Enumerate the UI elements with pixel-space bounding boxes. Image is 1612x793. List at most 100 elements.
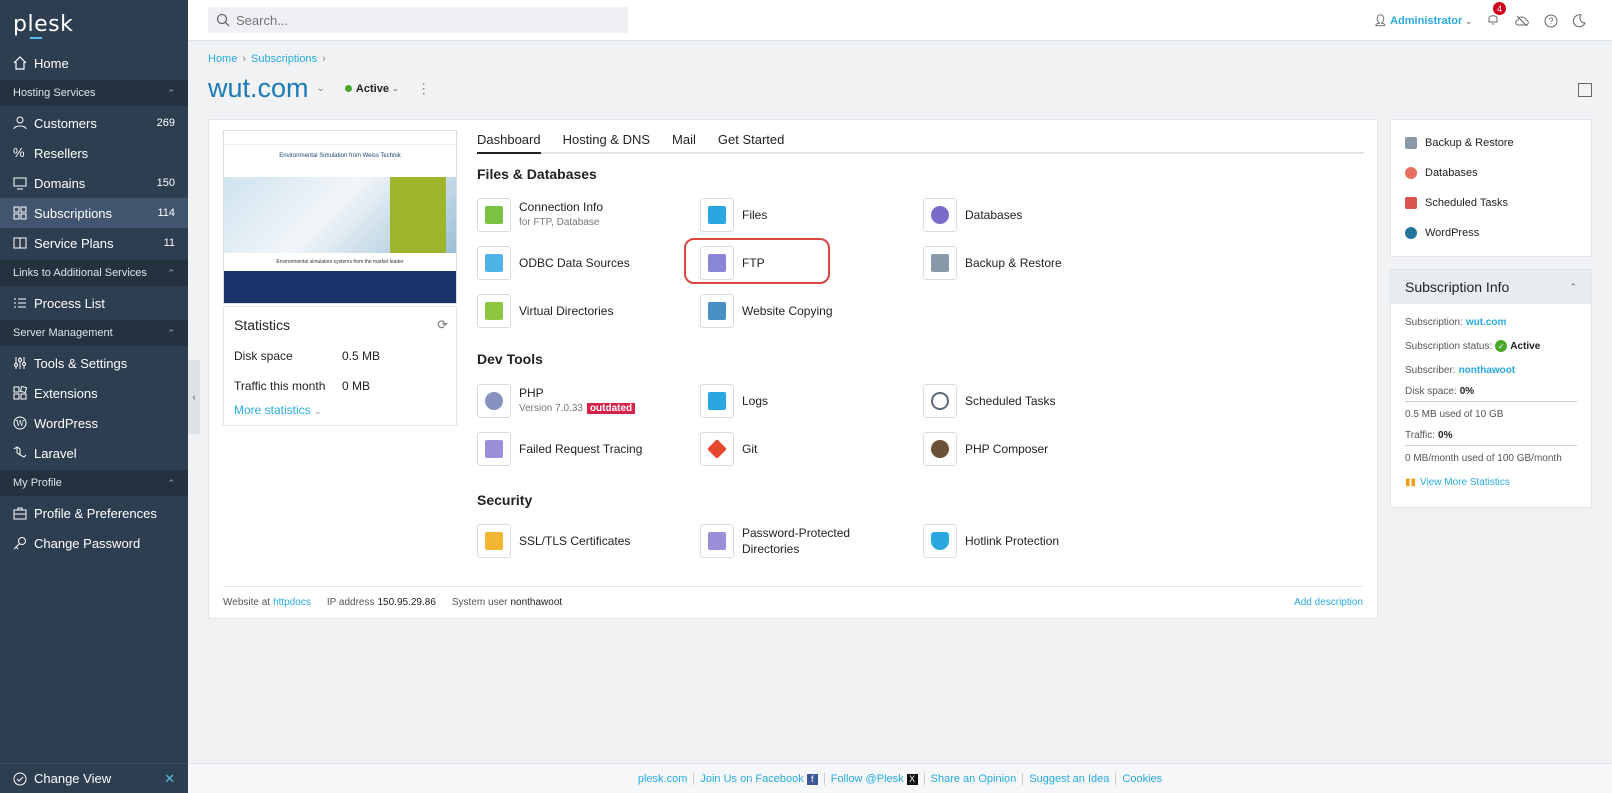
sidebar-item-laravel[interactable]: Laravel (0, 438, 188, 468)
outdated-badge: outdated (586, 403, 636, 414)
view-more-statistics-link[interactable]: View More Statistics (1420, 477, 1510, 488)
tile-virtual-directories[interactable]: Virtual Directories (477, 292, 687, 330)
status-label: Active (355, 82, 389, 95)
tab-dashboard[interactable]: Dashboard (477, 132, 541, 154)
tile-php[interactable]: PHP Version 7.0.33 outdated (477, 382, 687, 420)
tile-odbc[interactable]: ODBC Data Sources (477, 244, 687, 282)
sidebar-item-tools-settings[interactable]: Tools & Settings (0, 348, 188, 378)
info-label: Subscription: (1405, 316, 1463, 328)
plug-icon (477, 198, 511, 232)
refresh-icon[interactable]: ⟳ (437, 317, 448, 333)
sidebar-item-service-plans[interactable]: Service Plans 11 (0, 228, 188, 258)
close-icon[interactable]: ✕ (164, 771, 175, 787)
sidebar-item-wordpress[interactable]: W WordPress (0, 408, 188, 438)
nav-group-server-management[interactable]: Server Management ⌃ (0, 320, 188, 346)
tile-php-composer[interactable]: PHP Composer (923, 430, 1133, 468)
quick-link-databases[interactable]: Databases (1405, 158, 1577, 188)
ip-value: 150.95.29.86 (377, 597, 436, 608)
footer-link-suggest[interactable]: Suggest an Idea (1023, 772, 1117, 785)
tile-label: Logs (742, 394, 769, 408)
sidebar-item-resellers[interactable]: % Resellers (0, 138, 188, 168)
sidebar-item-process-list[interactable]: Process List (0, 288, 188, 318)
status-dropdown[interactable]: Active ⌄ (344, 82, 399, 95)
preview-mid: Environmental simulation systems from th… (224, 253, 456, 271)
tile-sublabel: for FTP, Database (519, 217, 600, 228)
more-statistics-link[interactable]: More statistics ⌄ (234, 403, 446, 417)
tile-backup-restore[interactable]: Backup & Restore (923, 244, 1133, 282)
subscriber-link[interactable]: nonthawoot (1459, 365, 1516, 376)
nav-group-title: Server Management (13, 327, 113, 339)
website-docroot-link[interactable]: httpdocs (273, 597, 311, 608)
composer-icon (923, 432, 957, 466)
tile-password-protected-directories[interactable]: Password-Protected Directories (700, 522, 910, 560)
tile-label: Scheduled Tasks (965, 394, 1056, 408)
tile-failed-request-tracing[interactable]: Failed Request Tracing (477, 430, 687, 468)
add-description-link[interactable]: Add description (1294, 597, 1363, 608)
sidebar-item-profile-preferences[interactable]: Profile & Preferences (0, 498, 188, 528)
moon-icon[interactable] (1572, 13, 1586, 28)
tile-connection-info[interactable]: Connection Info for FTP, Database (477, 196, 687, 234)
tile-website-copying[interactable]: Website Copying (700, 292, 910, 330)
status-row: Subscription status: ✓ Active (1405, 334, 1577, 358)
tile-databases[interactable]: Databases (923, 196, 1133, 234)
tile-label: Connection Info (519, 200, 604, 214)
tile-hotlink-protection[interactable]: Hotlink Protection (923, 522, 1133, 560)
sidebar-item-subscriptions[interactable]: Subscriptions 114 (0, 198, 188, 228)
panel-toggle-icon[interactable] (1578, 83, 1592, 97)
sidebar-item-label: Extensions (34, 385, 98, 401)
search-input[interactable] (236, 12, 616, 28)
nav-group-my-profile[interactable]: My Profile ⌃ (0, 470, 188, 496)
tab-hosting-dns[interactable]: Hosting & DNS (563, 132, 650, 154)
cloud-off-icon[interactable] (1514, 14, 1530, 28)
user-menu[interactable]: 👤︎ Administrator ⌄ (1373, 14, 1472, 27)
quick-link-scheduled-tasks[interactable]: Scheduled Tasks (1405, 188, 1577, 218)
chevron-down-icon[interactable]: ⌄ (317, 83, 325, 94)
nav-group-hosting-services[interactable]: Hosting Services ⌃ (0, 80, 188, 106)
tile-logs[interactable]: Logs (700, 382, 910, 420)
sidebar-item-home[interactable]: Home (0, 48, 188, 78)
search-box[interactable] (208, 7, 628, 33)
tile-label: Website Copying (742, 304, 833, 318)
tab-get-started[interactable]: Get Started (718, 132, 784, 154)
breadcrumb-home[interactable]: Home (208, 53, 237, 65)
footer-link-facebook[interactable]: Join Us on Facebook (700, 773, 803, 785)
tile-ssl-tls[interactable]: SSL/TLS Certificates (477, 522, 687, 560)
subscription-link[interactable]: wut.com (1466, 317, 1507, 328)
plesk-logo[interactable]: plesk (0, 0, 188, 48)
sidebar-item-extensions[interactable]: Extensions (0, 378, 188, 408)
website-preview[interactable]: Environmental Simulation from Weiss Tech… (223, 130, 457, 304)
briefcase-icon (13, 507, 27, 520)
chevron-up-icon: ⌃ (167, 477, 175, 488)
tile-label: Virtual Directories (519, 304, 614, 318)
footer-link-plesk[interactable]: plesk.com (632, 772, 695, 785)
change-view-bar[interactable]: Change View ✕ (0, 763, 188, 793)
search-icon (216, 13, 230, 27)
help-icon[interactable]: ? (1544, 14, 1558, 28)
svg-text:?: ? (1548, 16, 1553, 26)
database-icon (923, 198, 957, 232)
quick-link-backup[interactable]: Backup & Restore (1405, 128, 1577, 158)
tile-scheduled-tasks[interactable]: Scheduled Tasks (923, 382, 1133, 420)
nav-group-additional-services[interactable]: Links to Additional Services ⌃ (0, 260, 188, 286)
notification-badge: 4 (1493, 2, 1506, 15)
breadcrumb-subscriptions[interactable]: Subscriptions (251, 53, 317, 65)
tile-files[interactable]: Files (700, 196, 910, 234)
sidebar-item-change-password[interactable]: Change Password (0, 528, 188, 558)
quick-link-wordpress[interactable]: WordPress (1405, 218, 1577, 248)
sidebar-item-domains[interactable]: Domains 150 (0, 168, 188, 198)
subscription-info-header[interactable]: Subscription Info ⌃ (1391, 270, 1591, 304)
more-actions-icon[interactable]: ⋮ (417, 80, 431, 97)
tile-git[interactable]: Git (700, 430, 910, 468)
check-icon: ✓ (1495, 340, 1508, 352)
sidebar-item-count: 269 (156, 117, 175, 129)
change-view-icon (13, 772, 27, 785)
php-icon (477, 384, 511, 418)
preview-side-panel (390, 177, 446, 253)
footer-link-twitter[interactable]: Follow @Plesk (831, 773, 904, 785)
statistics-panel: Statistics ⟳ Disk space 0.5 MB Traffic th… (223, 306, 457, 426)
notifications-button[interactable]: 4 (1486, 2, 1506, 29)
tab-mail[interactable]: Mail (672, 132, 696, 154)
footer-link-opinion[interactable]: Share an Opinion (925, 772, 1024, 785)
footer-link-cookies[interactable]: Cookies (1116, 773, 1168, 785)
sidebar-item-customers[interactable]: Customers 269 (0, 108, 188, 138)
